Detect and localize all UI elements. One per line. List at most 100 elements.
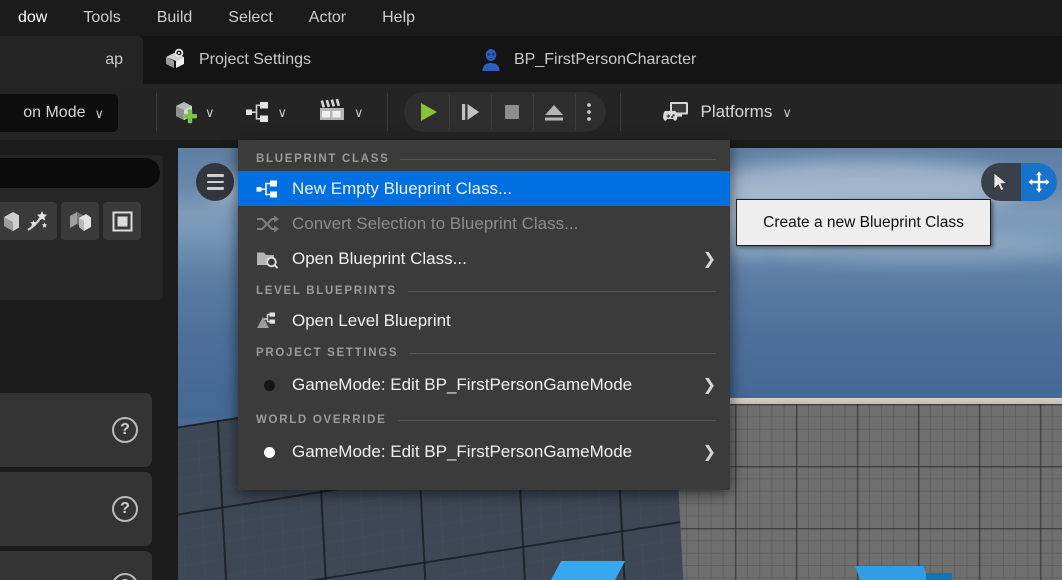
toolbar-create-group: ∨ ∨ ∨: [163, 92, 371, 132]
hamburger-bar: [206, 174, 224, 177]
section-header-project-settings: PROJECT SETTINGS: [238, 338, 730, 365]
submenu-arrow: ❯: [702, 444, 716, 461]
viewport-menu-button[interactable]: [196, 163, 234, 201]
tab-bp-character-label: BP_FirstPersonCharacter: [514, 51, 697, 68]
chevron-down-icon: ∨: [277, 104, 288, 120]
menu-item-label: GameMode: Edit BP_FirstPersonGameMode: [292, 442, 633, 461]
platforms-label: Platforms: [700, 102, 773, 121]
hamburger-bar: [206, 187, 224, 190]
blueprints-dropdown-menu[interactable]: BLUEPRINT CLASS New Empty Blueprint Clas…: [238, 140, 730, 490]
menu-bar: dow Tools Build Select Actor Help: [0, 0, 1062, 36]
section-rule: [397, 419, 716, 421]
cinematics-button[interactable]: ∨: [310, 92, 371, 132]
platforms-icon: [662, 102, 688, 121]
section-header-world-override: WORLD OVERRIDE: [238, 405, 730, 432]
tab-bp-character[interactable]: BP_FirstPersonCharacter: [460, 36, 716, 84]
menu-item-open-blueprint-class[interactable]: Open Blueprint Class... ❯: [238, 241, 730, 276]
menu-item-convert-selection-to-blueprint-class[interactable]: Convert Selection to Blueprint Class...: [238, 206, 730, 241]
stop-button[interactable]: [492, 94, 534, 130]
help-icon[interactable]: ?: [112, 417, 138, 443]
menu-window[interactable]: dow: [0, 0, 65, 36]
skip-frame-icon: [462, 104, 480, 120]
magic-wand-icon[interactable]: [19, 202, 57, 240]
stop-icon: [505, 105, 520, 119]
blueprints-button[interactable]: ∨: [236, 92, 295, 132]
search-input[interactable]: [0, 158, 160, 188]
tooltip-text: Create a new Blueprint Class: [763, 213, 964, 231]
help-card[interactable]: ?: [0, 472, 152, 546]
chevron-down-icon: ∨: [205, 104, 215, 120]
blue-cube[interactable]: [550, 561, 626, 580]
menu-help[interactable]: Help: [364, 0, 433, 36]
add-actor-icon: [176, 102, 197, 124]
chevron-down-icon: ∨: [354, 104, 364, 120]
move-gizmo-icon: [1028, 171, 1050, 193]
section-rule: [409, 352, 716, 354]
menu-item-label: Convert Selection to Blueprint Class...: [292, 213, 579, 233]
layers-icon[interactable]: [103, 202, 141, 240]
tab-map-label: ap: [105, 51, 123, 68]
menu-item-open-level-blueprint[interactable]: Open Level Blueprint: [238, 303, 730, 338]
selection-mode-label: on Mode: [23, 104, 86, 121]
tooltip: Create a new Blueprint Class: [736, 199, 991, 246]
viewport-transform-tools: [981, 163, 1057, 201]
convert-shuffle-icon: [256, 214, 292, 234]
blue-cube[interactable]: [855, 566, 929, 580]
more-options-button[interactable]: [576, 94, 602, 130]
menu-item-label: Open Blueprint Class...: [292, 248, 467, 268]
platforms-button[interactable]: Platforms ∨: [653, 92, 800, 132]
play-button[interactable]: [408, 94, 450, 130]
submenu-arrow: ❯: [702, 377, 716, 394]
tab-project-settings[interactable]: Project Settings: [143, 36, 331, 84]
tab-strip: ap Project Settings BP_FirstPersonCharac: [0, 36, 1062, 84]
bullet-light-icon: [256, 446, 292, 458]
section-header-blueprint-class: BLUEPRINT CLASS: [238, 144, 730, 171]
menu-item-label: New Empty Blueprint Class...: [292, 178, 513, 198]
eject-button[interactable]: [534, 94, 576, 130]
help-icon[interactable]: ?: [112, 496, 138, 522]
select-tool[interactable]: [981, 163, 1021, 201]
section-header-level-blueprints: LEVEL BLUEPRINTS: [238, 276, 730, 303]
cinematics-clapper-icon: [320, 98, 345, 120]
menu-actor[interactable]: Actor: [291, 0, 364, 36]
menu-item-world-gamemode[interactable]: GameMode: Edit BP_FirstPersonGameMode ❯: [238, 432, 730, 472]
menu-select[interactable]: Select: [210, 0, 290, 36]
menu-tools[interactable]: Tools: [65, 0, 138, 36]
help-card[interactable]: ?: [0, 551, 152, 580]
chevron-down-icon: ∨: [782, 104, 792, 120]
bullet-dark-icon: [256, 379, 292, 391]
vertical-dots-icon: [586, 103, 591, 121]
toolbar-divider-3: [619, 93, 621, 131]
level-blueprint-icon: [256, 311, 292, 331]
toolbar-divider: [156, 93, 157, 131]
menu-build[interactable]: Build: [139, 0, 211, 36]
tab-map[interactable]: ap: [0, 36, 143, 84]
blueprint-nodes-icon: [245, 102, 268, 122]
chevron-down-icon: ∨: [94, 105, 104, 121]
submenu-arrow: ❯: [702, 250, 716, 268]
character-icon: [480, 48, 502, 72]
menu-item-new-empty-blueprint-class[interactable]: New Empty Blueprint Class...: [238, 171, 730, 206]
folder-search-icon: [256, 249, 292, 269]
add-actor-button[interactable]: ∨: [163, 92, 222, 132]
hamburger-bar: [206, 180, 224, 184]
selection-mode-dropdown[interactable]: on Mode ∨: [0, 94, 118, 132]
eject-icon: [545, 105, 564, 121]
section-rule: [407, 290, 716, 292]
help-icon[interactable]: ?: [112, 573, 138, 580]
main-toolbar: ∨ ∨ ∨ Platforms ∨: [0, 84, 1062, 140]
menu-item-label: Open Level Blueprint: [292, 310, 451, 330]
help-card[interactable]: ?: [0, 393, 152, 467]
skip-button[interactable]: [450, 94, 492, 130]
blue-cube-side: [926, 573, 952, 580]
geometry-icon[interactable]: [61, 202, 99, 240]
blueprint-node-icon: [256, 179, 292, 199]
section-rule: [400, 158, 716, 160]
project-settings-icon: [163, 48, 187, 72]
menu-item-project-gamemode[interactable]: GameMode: Edit BP_FirstPersonGameMode ❯: [238, 365, 730, 405]
cursor-arrow-icon: [993, 172, 1008, 192]
toolbar-divider-2: [386, 93, 388, 131]
menu-item-label: GameMode: Edit BP_FirstPersonGameMode: [292, 375, 633, 394]
play-icon: [421, 103, 438, 121]
left-panel: ? ? ?: [0, 140, 178, 580]
